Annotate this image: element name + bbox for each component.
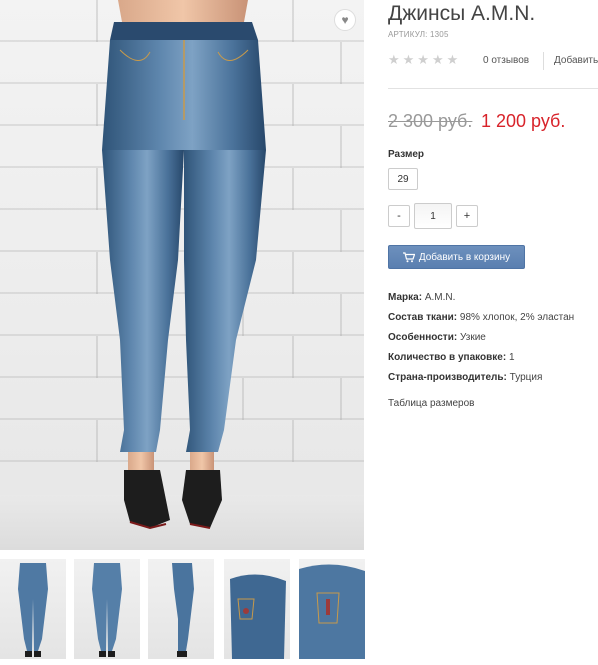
rating-separator [543,52,544,70]
spec-value: Узкие [459,332,486,343]
product-main-image[interactable]: ♥ [0,0,364,550]
spec-name: Состав ткани: [388,312,458,323]
quantity-increment-button[interactable]: + [456,205,478,227]
cart-icon [402,251,415,262]
thumbnail-strip [0,559,370,659]
rating-stars[interactable]: ★★★★★ [388,52,461,68]
spec-value: Турция [509,372,543,383]
jeans-model-illustration [102,0,266,530]
new-price: 1 200 руб. [481,111,566,131]
product-specs: Марка: A.M.N. Состав ткани: 98% хлопок, … [388,291,598,391]
favorite-button[interactable]: ♥ [334,9,356,31]
product-sku: АРТИКУЛ: 1305 [388,30,449,39]
size-label: Размер [388,149,425,160]
thumbnail-side-view[interactable] [148,559,214,659]
spec-row-features: Особенности: Узкие [388,331,598,351]
thumbnail-front-view-2[interactable] [74,559,140,659]
spec-value: 1 [508,352,515,363]
quantity-input[interactable] [414,203,452,229]
spec-row-fabric: Состав ткани: 98% хлопок, 2% эластан [388,311,598,331]
spec-value: 98% хлопок, 2% эластан [459,312,575,323]
spec-name: Страна-производитель: [388,372,507,383]
add-to-cart-button[interactable]: Добавить в корзину [388,245,525,269]
add-to-cart-label: Добавить в корзину [418,251,511,263]
divider [388,88,598,89]
reviews-link[interactable]: 0 отзывов [483,55,529,66]
add-review-link[interactable]: Добавить [554,55,598,66]
spec-name: Количество в упаковке: [388,352,507,363]
product-title: Джинсы A.M.N. [388,2,536,25]
thumbnail-front-view[interactable] [0,559,66,659]
old-price: 2 300 руб. [388,111,473,131]
quantity-decrement-button[interactable]: - [388,205,410,227]
spec-value: A.M.N. [424,292,456,303]
spec-row-pack-qty: Количество в упаковке: 1 [388,351,598,371]
size-chart-link[interactable]: Таблица размеров [388,398,474,409]
rating-row: ★★★★★ 0 отзывов Добавить [388,52,598,70]
spec-name: Особенности: [388,332,458,343]
thumbnail-back-pocket-detail[interactable] [299,559,365,659]
size-option-29[interactable]: 29 [388,168,418,190]
thumbnail-back-pocket-view[interactable] [224,559,290,659]
spec-name: Марка: [388,292,423,303]
heart-icon: ♥ [341,13,349,27]
spec-row-country: Страна-производитель: Турция [388,371,598,391]
spec-row-brand: Марка: A.M.N. [388,291,598,311]
